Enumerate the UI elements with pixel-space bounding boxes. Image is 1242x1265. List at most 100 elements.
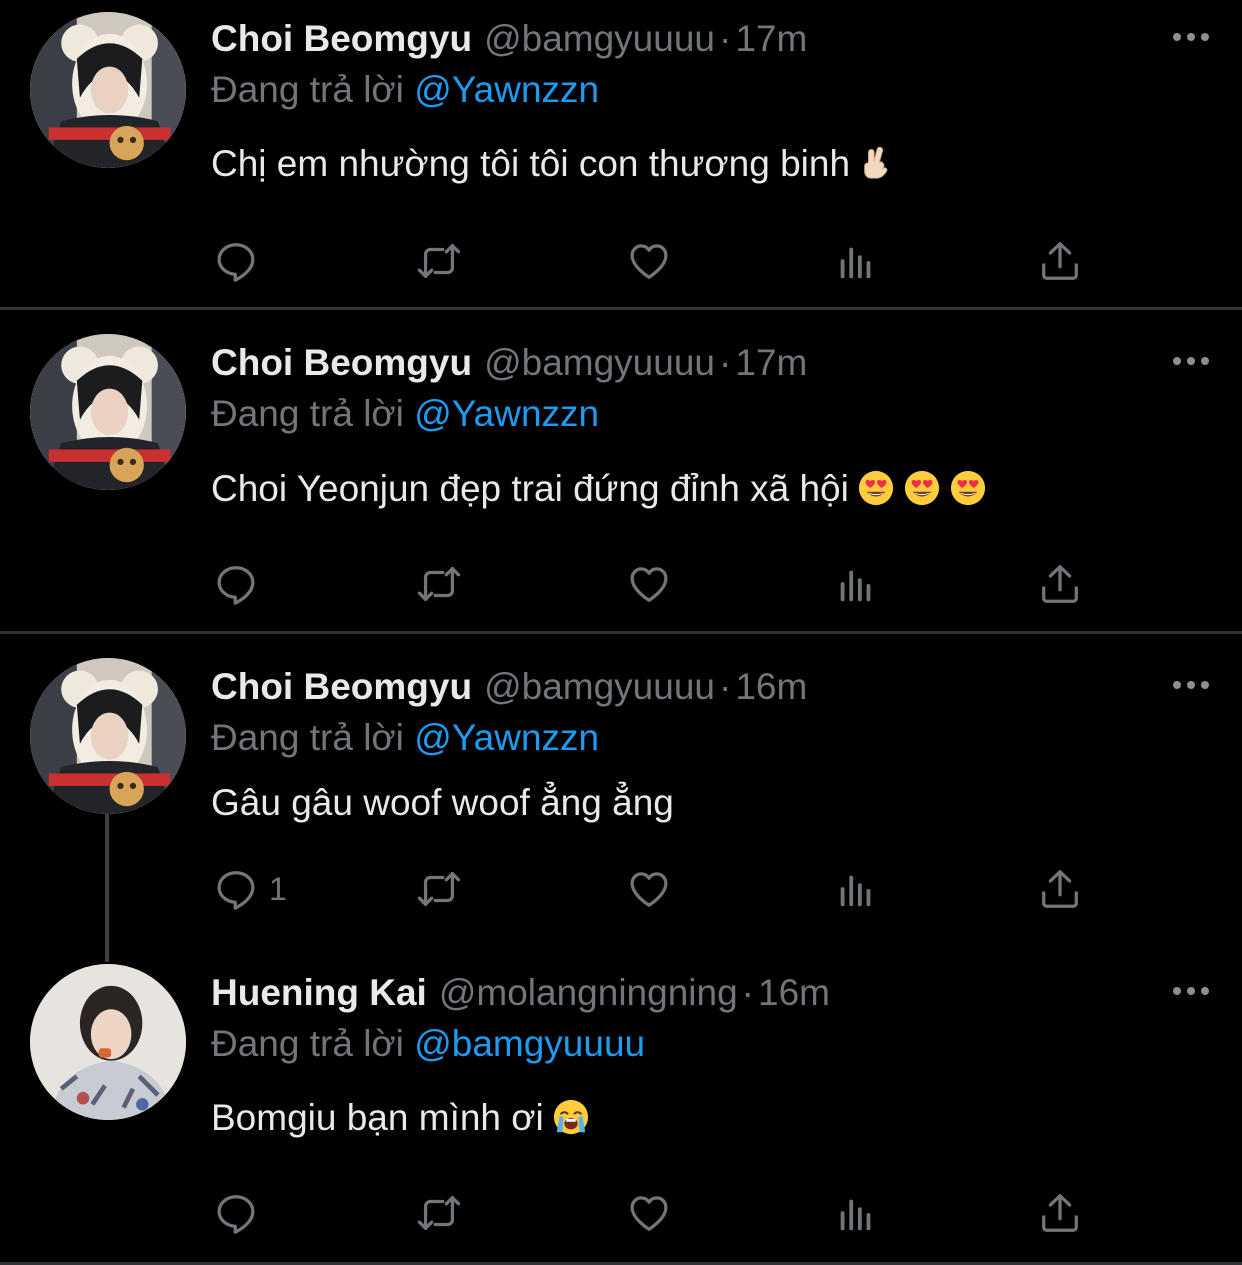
tweet-text-content: Gâu gâu woof woof ẳng ẳng <box>211 782 674 823</box>
reply-context: Đang trả lời @bamgyuuuu <box>211 1021 645 1067</box>
more-options-button[interactable] <box>1168 22 1214 52</box>
share-button[interactable] <box>1037 864 1083 914</box>
retweet-icon <box>416 1190 462 1236</box>
more-icon <box>1171 985 1211 997</box>
reply-mention-link[interactable]: @Yawnzzn <box>414 717 599 758</box>
avatar[interactable] <box>30 12 186 168</box>
tweet-text: Choi Yeonjun đẹp trai đứng đỉnh xã hội <box>211 466 987 512</box>
analytics-icon <box>833 561 879 607</box>
retweet-button[interactable] <box>416 236 462 286</box>
heart-eyes-emoji <box>903 469 941 507</box>
analytics-button[interactable] <box>833 236 879 286</box>
reply-icon <box>213 561 259 607</box>
like-icon <box>626 238 672 284</box>
reply-icon <box>213 866 259 912</box>
reply-icon <box>213 238 259 284</box>
more-options-button[interactable] <box>1168 346 1214 376</box>
reply-context: Đang trả lời @Yawnzzn <box>211 391 599 437</box>
tweet[interactable]: Choi Beomgyu @bamgyuuuu · 17m Đang trả lời … <box>0 0 1242 306</box>
retweet-button[interactable] <box>416 1188 462 1238</box>
tweet-text: Bomgiu bạn mình ơi <box>211 1095 590 1141</box>
analytics-button[interactable] <box>833 559 879 609</box>
reply-prefix: Đang trả lời <box>211 69 404 110</box>
reply-icon <box>213 1190 259 1236</box>
tweet-actions: 1 <box>211 864 1091 914</box>
reply-count: 1 <box>269 870 287 907</box>
analytics-button[interactable] <box>833 864 879 914</box>
tweet-text: Chị em nhường tôi tôi con thương binh <box>211 141 896 187</box>
loudly-crying-emoji <box>552 1098 590 1136</box>
tweet-actions <box>211 559 1091 609</box>
tweet-text-content: Bomgiu bạn mình ơi <box>211 1097 544 1138</box>
more-options-button[interactable] <box>1168 976 1214 1006</box>
retweet-button[interactable] <box>416 559 462 609</box>
reply-mention-link[interactable]: @Yawnzzn <box>414 393 599 434</box>
more-options-button[interactable] <box>1168 670 1214 700</box>
crossed-fingers-emoji <box>858 144 896 182</box>
reply-button[interactable] <box>213 1188 259 1238</box>
share-icon <box>1037 866 1083 912</box>
analytics-icon <box>833 1190 879 1236</box>
tweet[interactable]: Choi Beomgyu @bamgyuuuu · 16m Đang trả lời … <box>0 634 1242 944</box>
reply-prefix: Đang trả lời <box>211 1023 404 1064</box>
separator-dot: · <box>719 342 732 383</box>
analytics-icon <box>833 238 879 284</box>
analytics-button[interactable] <box>833 1188 879 1238</box>
retweet-icon <box>416 238 462 284</box>
author-name[interactable]: Choi Beomgyu <box>211 342 472 383</box>
avatar[interactable] <box>30 334 186 490</box>
tweet-text-content: Chị em nhường tôi tôi con thương binh <box>211 143 851 184</box>
share-icon <box>1037 238 1083 284</box>
reply-prefix: Đang trả lời <box>211 393 404 434</box>
like-icon <box>626 1190 672 1236</box>
author-handle[interactable]: @molangningning <box>439 972 738 1013</box>
like-button[interactable] <box>626 559 672 609</box>
separator-dot: · <box>741 972 754 1013</box>
tweet[interactable]: Choi Beomgyu @bamgyuuuu · 17m Đang trả lời … <box>0 310 1242 630</box>
reply-context: Đang trả lời @Yawnzzn <box>211 67 599 113</box>
tweet[interactable]: Huening Kai @molangningning · 16m Đang trả … <box>0 950 1242 1265</box>
reply-mention-link[interactable]: @Yawnzzn <box>414 69 599 110</box>
retweet-button[interactable] <box>416 864 462 914</box>
more-icon <box>1171 355 1211 367</box>
author-handle[interactable]: @bamgyuuuu <box>484 18 715 59</box>
author-name[interactable]: Choi Beomgyu <box>211 18 472 59</box>
share-button[interactable] <box>1037 559 1083 609</box>
reply-button[interactable] <box>213 236 259 286</box>
share-button[interactable] <box>1037 1188 1083 1238</box>
timestamp[interactable]: 17m <box>735 342 807 383</box>
author-name[interactable]: Huening Kai <box>211 972 427 1013</box>
tweet-text: Gâu gâu woof woof ẳng ẳng <box>211 780 674 826</box>
author-name[interactable]: Choi Beomgyu <box>211 666 472 707</box>
separator-dot: · <box>719 666 732 707</box>
timestamp[interactable]: 16m <box>735 666 807 707</box>
timestamp[interactable]: 16m <box>758 972 830 1013</box>
heart-eyes-emoji <box>949 469 987 507</box>
more-icon <box>1171 679 1211 691</box>
reply-prefix: Đang trả lời <box>211 717 404 758</box>
tweet-text-content: Choi Yeonjun đẹp trai đứng đỉnh xã hội <box>211 468 849 509</box>
author-handle[interactable]: @bamgyuuuu <box>484 666 715 707</box>
avatar[interactable] <box>30 658 186 814</box>
like-icon <box>626 561 672 607</box>
reply-mention-link[interactable]: @bamgyuuuu <box>414 1023 645 1064</box>
retweet-icon <box>416 866 462 912</box>
heart-eyes-emoji <box>857 469 895 507</box>
share-button[interactable] <box>1037 236 1083 286</box>
more-icon <box>1171 31 1211 43</box>
share-icon <box>1037 1190 1083 1236</box>
reply-button[interactable]: 1 <box>213 864 287 914</box>
separator-dot: · <box>719 18 732 59</box>
like-button[interactable] <box>626 236 672 286</box>
reply-button[interactable] <box>213 559 259 609</box>
author-handle[interactable]: @bamgyuuuu <box>484 342 715 383</box>
reply-context: Đang trả lời @Yawnzzn <box>211 715 599 761</box>
like-icon <box>626 866 672 912</box>
tweet-actions <box>211 236 1091 286</box>
analytics-icon <box>833 866 879 912</box>
avatar[interactable] <box>30 964 186 1120</box>
timestamp[interactable]: 17m <box>735 18 807 59</box>
like-button[interactable] <box>626 1188 672 1238</box>
retweet-icon <box>416 561 462 607</box>
like-button[interactable] <box>626 864 672 914</box>
